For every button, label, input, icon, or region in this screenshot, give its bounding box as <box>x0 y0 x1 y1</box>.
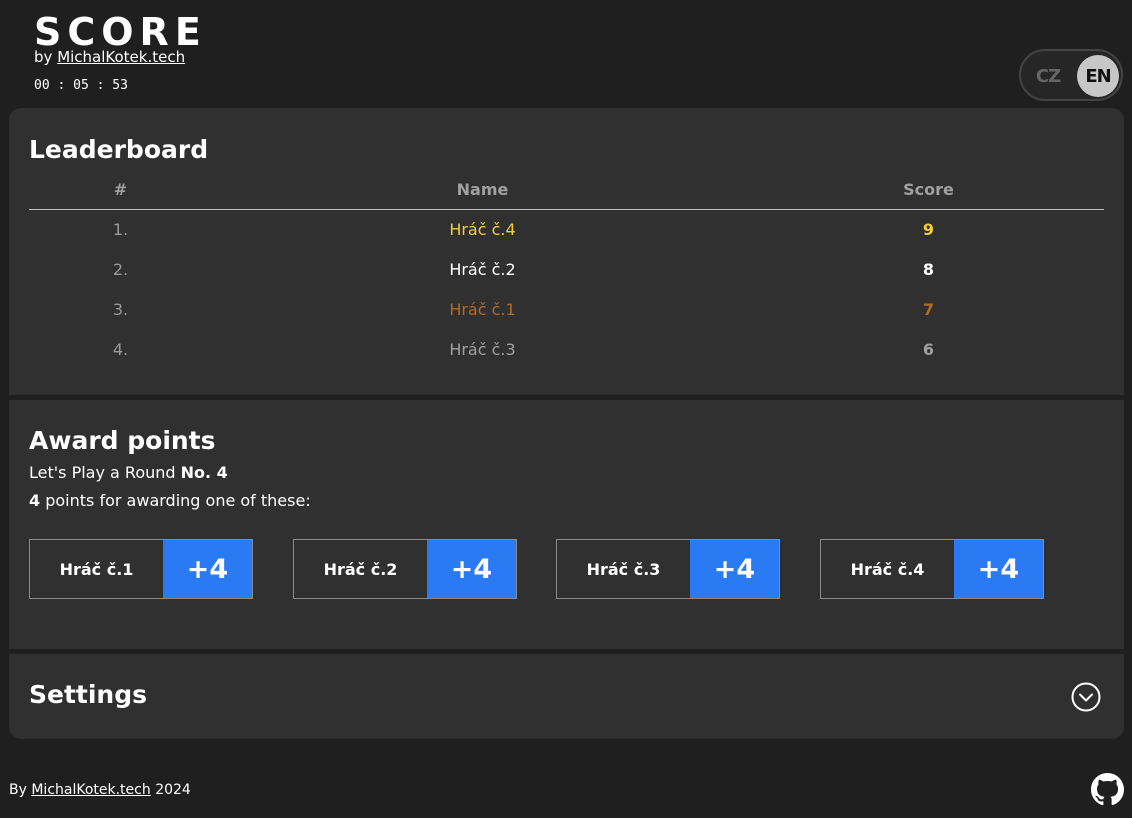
leaderboard-title: Leaderboard <box>29 135 209 164</box>
points-info: 4 points for awarding one of these: <box>29 491 311 510</box>
player-name-cell: Hráč č.4 <box>449 219 516 239</box>
points-value: 4 <box>29 491 41 510</box>
score-cell: 9 <box>922 219 935 239</box>
leaderboard-panel: Leaderboard # Name Score 1. Hráč č.4 9 2. Hr… <box>9 108 1124 395</box>
footer-prefix: By <box>9 782 27 798</box>
award-button-player-4[interactable]: Hráč č.4 +4 <box>820 539 1044 599</box>
app-header: SCORE by MichalKotek.tech 00 : 05 : 53 C… <box>0 0 1132 108</box>
award-button-player-3[interactable]: Hráč č.3 +4 <box>556 539 780 599</box>
language-switch[interactable]: CZ EN <box>1019 49 1123 101</box>
page-footer: By MichalKotek.tech 2024 <box>9 782 191 798</box>
app-logo: SCORE <box>34 10 207 54</box>
settings-panel[interactable]: Settings <box>9 654 1124 739</box>
award-button-player-1[interactable]: Hráč č.1 +4 <box>29 539 253 599</box>
footer-year: 2024 <box>155 782 191 798</box>
table-row: 4. Hráč č.3 6 <box>29 329 1104 369</box>
byline: by MichalKotek.tech <box>34 48 185 66</box>
column-header-score: Score <box>753 171 1104 210</box>
award-player-name: Hráč č.2 <box>323 559 398 579</box>
award-points-title: Award points <box>29 426 216 455</box>
rank-cell: 2. <box>112 259 129 279</box>
leaderboard-header-row: # Name Score <box>29 171 1104 210</box>
award-player-name: Hráč č.4 <box>850 559 925 579</box>
player-name-cell: Hráč č.3 <box>449 339 516 359</box>
award-player-name: Hráč č.1 <box>59 559 134 579</box>
leaderboard-table: # Name Score 1. Hráč č.4 9 2. Hráč č.2 8 3. Hrá… <box>29 171 1104 369</box>
round-info: Let's Play a Round No. 4 <box>29 463 228 482</box>
score-cell: 6 <box>922 339 935 359</box>
table-row: 2. Hráč č.2 8 <box>29 249 1104 289</box>
chevron-down-icon[interactable] <box>1071 682 1101 712</box>
column-header-name: Name <box>212 171 753 210</box>
table-row: 3. Hráč č.1 7 <box>29 289 1104 329</box>
round-prefix: Let's Play a Round <box>29 463 176 482</box>
github-icon[interactable] <box>1091 773 1124 806</box>
table-row: 1. Hráč č.4 9 <box>29 209 1104 249</box>
language-option-cz[interactable]: CZ <box>1027 55 1069 97</box>
award-plus-button[interactable]: +4 <box>690 540 779 598</box>
column-header-rank: # <box>29 171 212 210</box>
award-plus-button[interactable]: +4 <box>954 540 1043 598</box>
round-number: No. 4 <box>180 463 228 482</box>
award-points-panel: Award points Let's Play a Round No. 4 4 … <box>9 400 1124 649</box>
rank-cell: 1. <box>112 219 129 239</box>
game-timer: 00 : 05 : 53 <box>34 78 128 93</box>
player-name-cell: Hráč č.1 <box>449 299 516 319</box>
footer-link[interactable]: MichalKotek.tech <box>31 782 150 798</box>
byline-prefix: by <box>34 48 53 66</box>
rank-cell: 4. <box>112 339 129 359</box>
player-name-cell: Hráč č.2 <box>449 259 516 279</box>
language-option-en[interactable]: EN <box>1077 55 1119 97</box>
award-player-name: Hráč č.3 <box>586 559 661 579</box>
rank-cell: 3. <box>112 299 129 319</box>
byline-link[interactable]: MichalKotek.tech <box>57 48 185 66</box>
score-cell: 7 <box>922 299 935 319</box>
score-cell: 8 <box>922 259 935 279</box>
award-plus-button[interactable]: +4 <box>163 540 252 598</box>
award-button-player-2[interactable]: Hráč č.2 +4 <box>293 539 517 599</box>
award-plus-button[interactable]: +4 <box>427 540 516 598</box>
settings-title: Settings <box>29 680 148 709</box>
points-suffix: points for awarding one of these: <box>45 491 311 510</box>
